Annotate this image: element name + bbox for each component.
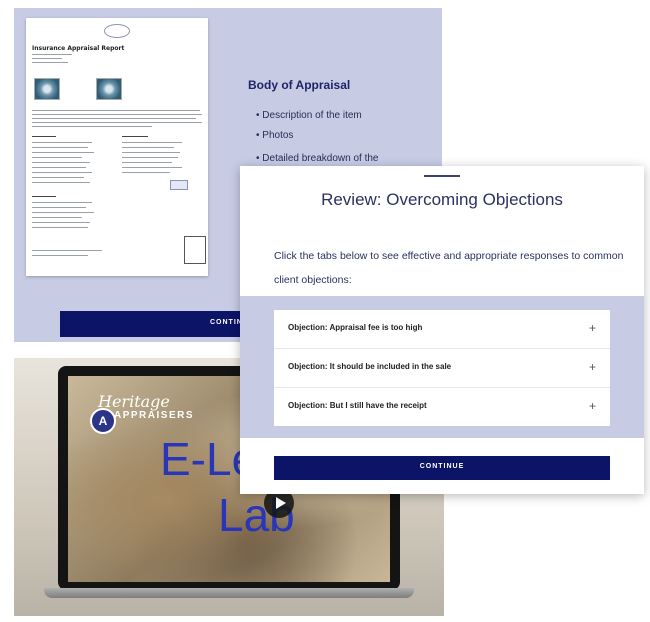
ring-photo-1	[34, 78, 60, 100]
objection-tabs: Objection: Appraisal fee is too high + O…	[274, 310, 610, 426]
report-title: Insurance Appraisal Report	[32, 45, 125, 52]
card-title: Review: Overcoming Objections	[321, 190, 563, 209]
bullet-description: • Description of the item	[256, 110, 362, 121]
tab-label: Objection: It should be included in the …	[288, 362, 452, 371]
continue-button[interactable]: CONTINUE	[274, 456, 610, 480]
plus-icon[interactable]: +	[589, 399, 596, 413]
plus-icon[interactable]: +	[589, 321, 596, 335]
tab-appraisal-fee[interactable]: Objection: Appraisal fee is too high +	[274, 310, 610, 349]
objections-card: Review: Overcoming Objections Click the …	[240, 166, 644, 494]
heritage-logo-icon: A	[90, 408, 116, 434]
card-handle	[424, 175, 460, 177]
tab-label: Objection: Appraisal fee is too high	[288, 323, 423, 332]
report-logo	[104, 24, 130, 38]
brand-heritage: Heritage	[98, 392, 170, 411]
tabs-area: Objection: Appraisal fee is too high + O…	[240, 296, 644, 438]
arrow-icon	[170, 180, 188, 190]
continue-label: CONTINUE	[419, 463, 465, 470]
appraisal-report-image: Insurance Appraisal Report	[26, 18, 208, 276]
brand-appraisers: APPRAISERS	[114, 410, 195, 421]
laptop-base	[44, 588, 414, 598]
bullet-photos: • Photos	[256, 130, 294, 141]
body-of-appraisal-heading: Body of Appraisal	[248, 78, 351, 92]
tab-receipt[interactable]: Objection: But I still have the receipt …	[274, 388, 610, 426]
card-instructions: Click the tabs below to see effective an…	[274, 250, 624, 286]
plus-icon[interactable]: +	[589, 360, 596, 374]
ring-photo-2	[96, 78, 122, 100]
bullet-breakdown: • Detailed breakdown of the	[256, 153, 379, 164]
tab-label: Objection: But I still have the receipt	[288, 401, 427, 410]
value-summary-box	[184, 236, 206, 264]
tab-included-in-sale[interactable]: Objection: It should be included in the …	[274, 349, 610, 388]
